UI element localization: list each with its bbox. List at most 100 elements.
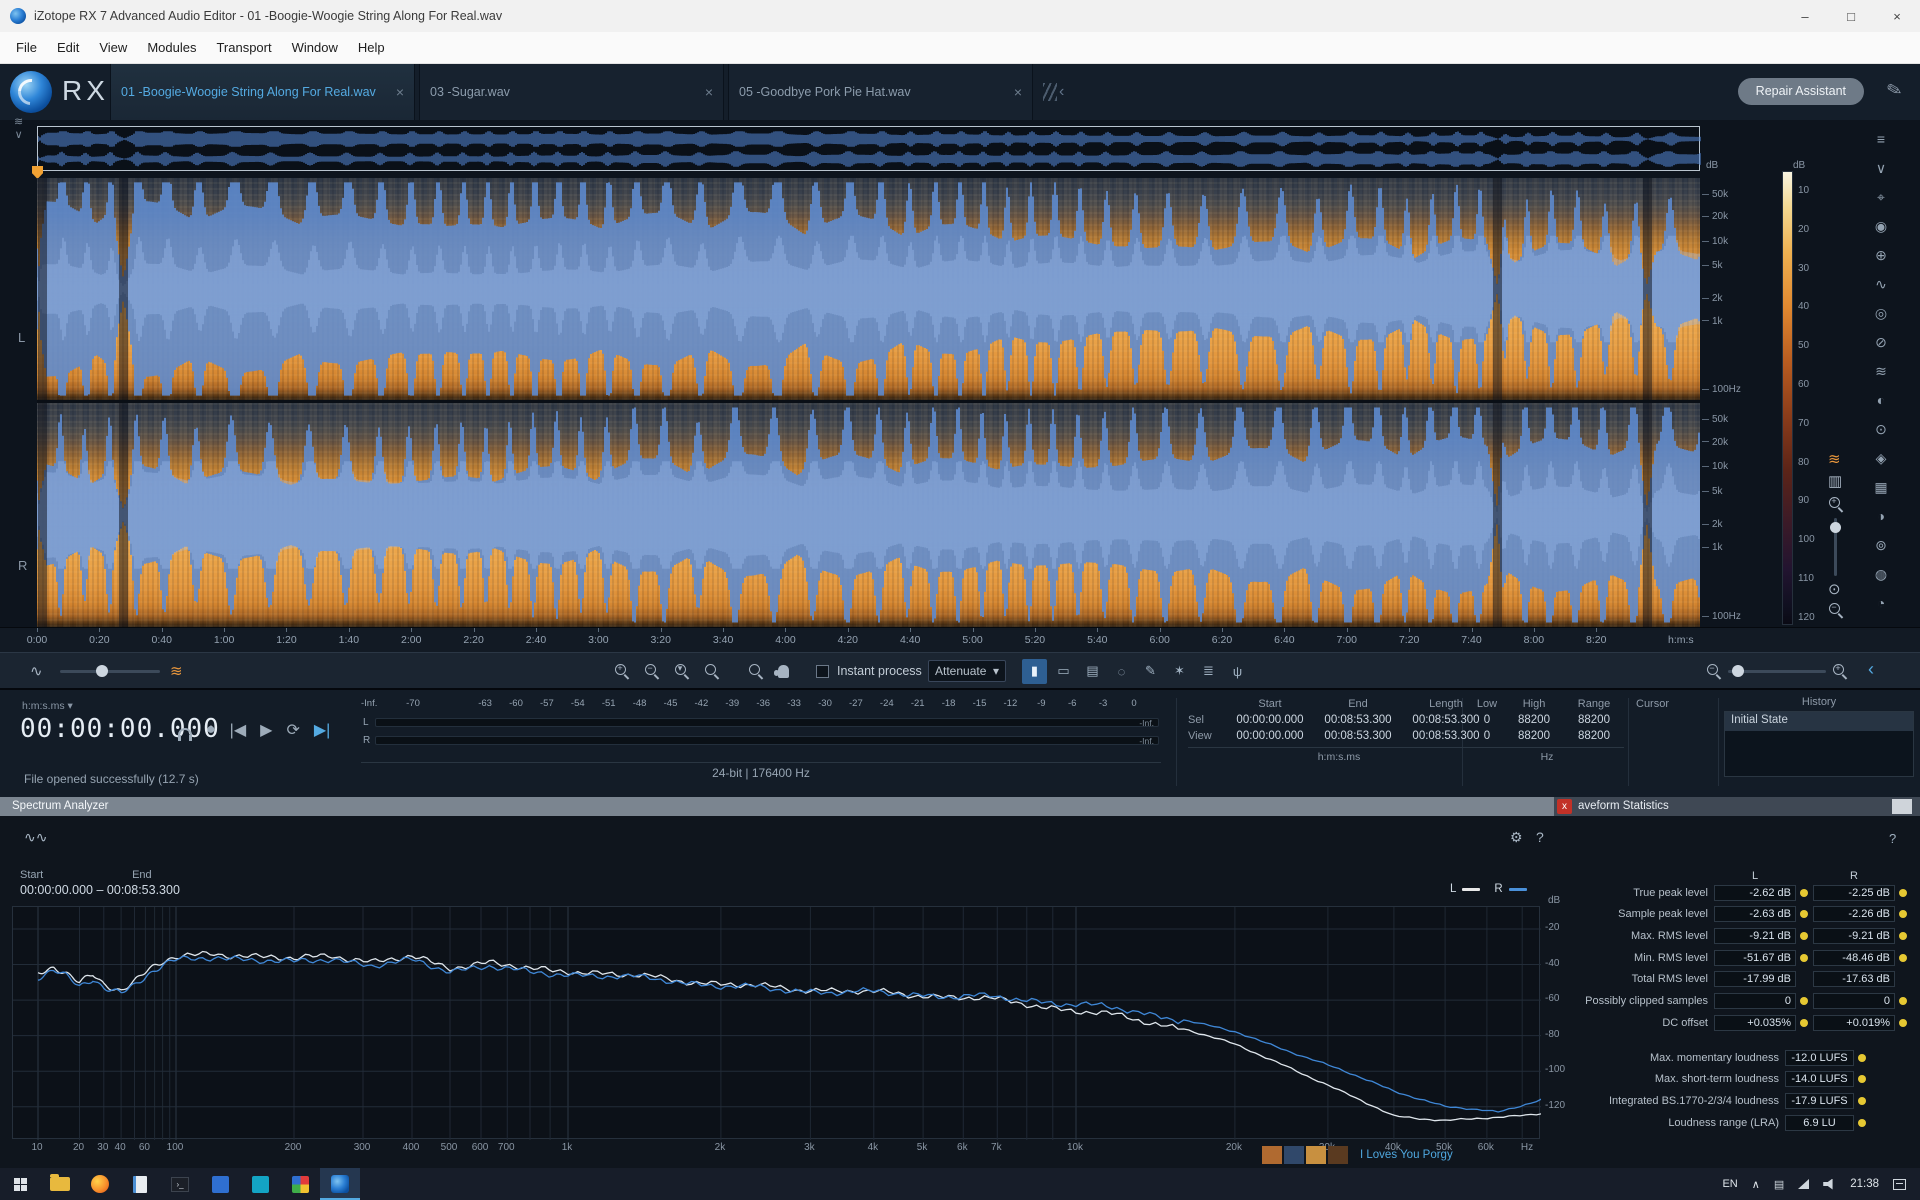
stats-help-icon[interactable]: ? [1889,831,1896,846]
brush-tool[interactable]: ✎ [1138,659,1163,684]
module-icon-4[interactable]: ∿ [1869,273,1893,295]
module-icon-5[interactable]: ◎ [1869,302,1893,324]
module-icon-14[interactable]: ◍ [1869,563,1893,585]
module-icon-6[interactable]: ⊘ [1869,331,1893,353]
module-icon-10[interactable]: ◈ [1869,447,1893,469]
tab-scroll-left-icon[interactable]: ‹ [1059,83,1064,101]
tray-expand-icon[interactable]: ∧ [1752,1178,1760,1191]
taskbar-photos[interactable] [240,1168,280,1200]
language-indicator[interactable]: EN [1722,1178,1737,1190]
pen-tool-icon[interactable]: ✎ [1884,78,1904,102]
waveform-overview-strip[interactable] [37,126,1700,171]
instant-process-checkbox[interactable] [816,653,829,689]
background-track-link[interactable]: I Loves You Porgy [1360,1149,1453,1161]
process-select[interactable]: Attenuate▾ [928,653,1006,689]
play-button[interactable]: ▶ [260,720,272,740]
module-icon-8[interactable]: ◐ [1869,389,1893,411]
taskbar-blue-app[interactable] [200,1168,240,1200]
monitor-headphones-icon[interactable] [178,728,192,737]
vertical-zoom-out-icon[interactable]: − [1828,602,1844,621]
taskbar-console[interactable]: ›_ [160,1168,200,1200]
meter-bar-left[interactable]: -Inf. [375,718,1159,727]
action-center-icon[interactable] [1893,1179,1906,1190]
time-selection-tool[interactable]: ▮ [1022,659,1047,684]
db-gradient-bar[interactable] [1782,171,1793,625]
time-frequency-selection-tool[interactable]: ▭ [1051,659,1076,684]
waveform-view-icon[interactable]: ∿ [30,653,43,689]
timeline-unit[interactable]: h:m:s [1668,634,1694,646]
menu-window[interactable]: Window [282,32,348,63]
find-similar-tool[interactable]: ψ [1225,659,1250,684]
lasso-tool[interactable]: ◌ [1109,659,1134,684]
touch-keyboard-icon[interactable]: ▤ [1774,1178,1784,1191]
zoom-in-time-icon[interactable]: + [614,653,630,689]
collapse-panel-icon[interactable]: ‹ [1868,659,1874,680]
maximize-button[interactable]: □ [1828,0,1874,32]
tab-close-icon[interactable]: × [1014,84,1022,100]
dock-controls[interactable]: ≋ ∨ [14,116,23,142]
close-button[interactable]: × [1874,0,1920,32]
meter-bar-right[interactable]: -Inf. [375,736,1159,745]
zoom-out-time-icon[interactable]: − [644,653,660,689]
loop-button[interactable]: ⟳ [286,720,299,740]
module-icon-15[interactable]: ◔ [1869,592,1893,614]
start-button[interactable] [0,1168,40,1200]
file-tab-2[interactable]: 03 -Sugar.wav× [419,64,724,120]
horizontal-zoom-slider[interactable] [1728,653,1828,689]
hand-tool-icon[interactable] [778,653,789,689]
level-meters[interactable]: -Inf. -70-63-60-57-54-51-48-45-42-39-36-… [361,698,1167,790]
module-icon-2[interactable]: ◉ [1869,215,1893,237]
record-button[interactable]: ● [206,721,216,739]
tab-close-icon[interactable]: × [396,84,404,100]
frequency-selection-tool[interactable]: ▤ [1080,659,1105,684]
menu-file[interactable]: File [6,32,47,63]
taskbar-firefox[interactable] [80,1168,120,1200]
skip-to-start-button[interactable]: |◀ [230,720,246,740]
spectrogram-display[interactable] [37,178,1700,627]
spectrum-curve-icon[interactable]: ∿∿ [24,829,47,846]
spectrogram-right-channel[interactable] [37,403,1700,627]
clock[interactable]: 21:38 [1850,1178,1879,1190]
selection-settings-tool[interactable]: ≣ [1196,659,1221,684]
module-icon-3[interactable]: ⊕ [1869,244,1893,266]
repair-assistant-button[interactable]: Repair Assistant [1738,78,1864,105]
zoom-fit-icon[interactable] [704,653,720,689]
spectrogram-view-icon[interactable]: ≋ [1828,450,1841,468]
timeline-ruler[interactable]: 0:000:200:401:001:201:402:002:202:403:00… [0,627,1920,652]
vertical-zoom-slider[interactable] [1828,518,1837,576]
file-tab-3[interactable]: 05 -Goodbye Pork Pie Hat.wav× [728,64,1033,120]
overview-menu-icon[interactable]: ≋ [14,116,23,129]
magic-wand-tool[interactable]: ✶ [1167,659,1192,684]
menu-modules[interactable]: Modules [137,32,206,63]
taskbar-rx7-active[interactable] [320,1168,360,1200]
sel-unit[interactable]: h:m:s.ms [1188,747,1490,763]
file-tab-1[interactable]: 01 -Boogie-Woogie String Along For Real.… [110,64,415,120]
module-icon-1[interactable]: ⌖ [1869,186,1893,208]
spectrum-help-icon[interactable]: ? [1536,829,1544,845]
history-item[interactable]: Initial State [1725,712,1913,731]
menu-view[interactable]: View [89,32,137,63]
spectrogram-view-blend-icon[interactable]: ≋ [170,653,183,689]
izotope-logo-icon[interactable] [10,71,52,113]
tab-close-icon[interactable]: × [705,84,713,100]
menu-edit[interactable]: Edit [47,32,89,63]
frequency-ruler[interactable]: 50k20k10k5k2k1k100Hz 50k20k10k5k2k1k100H… [1702,178,1774,627]
zoom-selection-icon[interactable]: ▾ [674,653,690,689]
spectrum-analyzer-header[interactable]: Spectrum Analyzer [0,797,1554,816]
minimize-button[interactable]: – [1782,0,1828,32]
taskbar-paint[interactable] [280,1168,320,1200]
network-icon[interactable] [1798,1179,1809,1189]
menu-help[interactable]: Help [348,32,395,63]
module-icon-11[interactable]: ▦ [1869,476,1893,498]
tab-scroll-control[interactable]: ‹ [1043,64,1064,120]
vertical-zoom-in-icon[interactable]: + [1828,496,1844,515]
reset-zoom-icon[interactable]: ⊙ [1828,580,1841,598]
volume-icon[interactable] [1823,1179,1836,1190]
meter-view-icon[interactable]: ▥ [1828,472,1842,490]
waveform-spectrogram-blend-slider[interactable] [60,653,160,689]
module-icon-7[interactable]: ≋ [1869,360,1893,382]
taskbar-file-explorer[interactable] [40,1168,80,1200]
panel-chevron-icon[interactable]: ∨ [1869,157,1893,179]
time-format-select[interactable]: h:m:s.ms ▾ [22,700,73,712]
zoom-in-h-icon[interactable]: + [1832,653,1848,689]
